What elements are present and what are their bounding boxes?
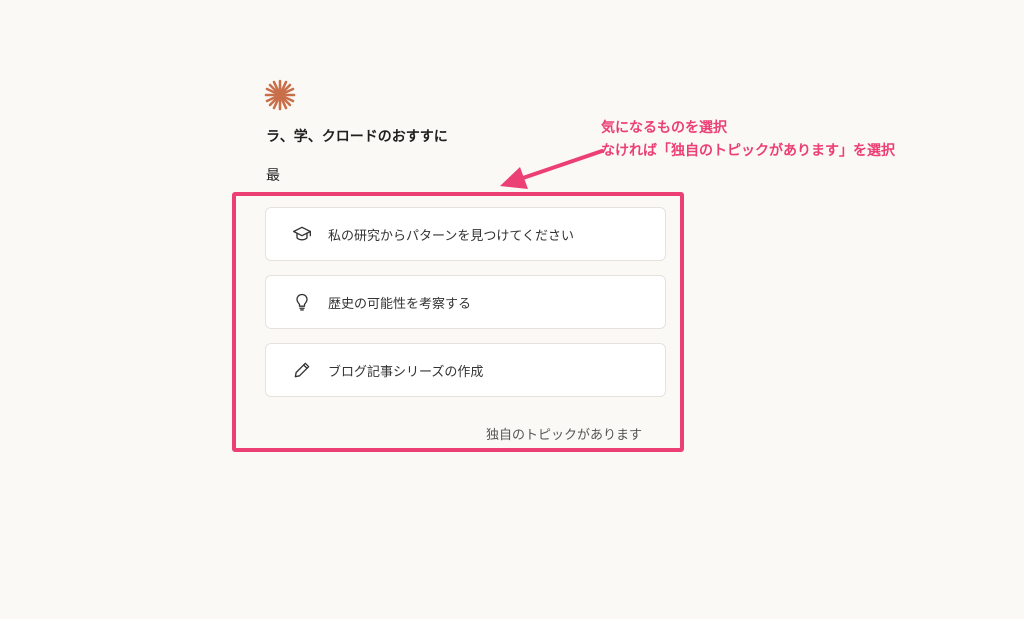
suggestion-list: 私の研究からパターンを見つけてください 歴史の可能性を考察する ブログ記事シリー… <box>265 207 666 411</box>
custom-topic-link[interactable]: 独自のトピックがあります <box>486 424 642 443</box>
intro-text-line-2: 最 <box>266 168 280 184</box>
intro-text: ラ、学、クロードのおすすに <box>266 129 448 145</box>
suggestion-label: ブログ記事シリーズの作成 <box>328 364 484 380</box>
suggestion-find-patterns[interactable]: 私の研究からパターンを見つけてください <box>265 207 666 261</box>
annotation-callout: 気になるものを選択 なければ「独自のトピックがあります」を選択 <box>601 117 895 163</box>
suggestion-explore-history[interactable]: 歴史の可能性を考察する <box>265 275 666 329</box>
suggestion-label: 私の研究からパターンを見つけてください <box>328 228 574 244</box>
suggestion-label: 歴史の可能性を考察する <box>328 296 472 312</box>
annotation-line-2: なければ「独自のトピックがあります」を選択 <box>601 143 895 159</box>
sparkle-logo-icon <box>264 79 296 111</box>
lightbulb-icon <box>291 291 313 313</box>
suggestion-blog-series[interactable]: ブログ記事シリーズの作成 <box>265 343 666 397</box>
graduation-cap-icon <box>291 223 313 245</box>
annotation-arrow <box>500 149 604 189</box>
annotation-line-1: 気になるものを選択 <box>601 120 727 136</box>
pencil-icon <box>291 359 313 381</box>
